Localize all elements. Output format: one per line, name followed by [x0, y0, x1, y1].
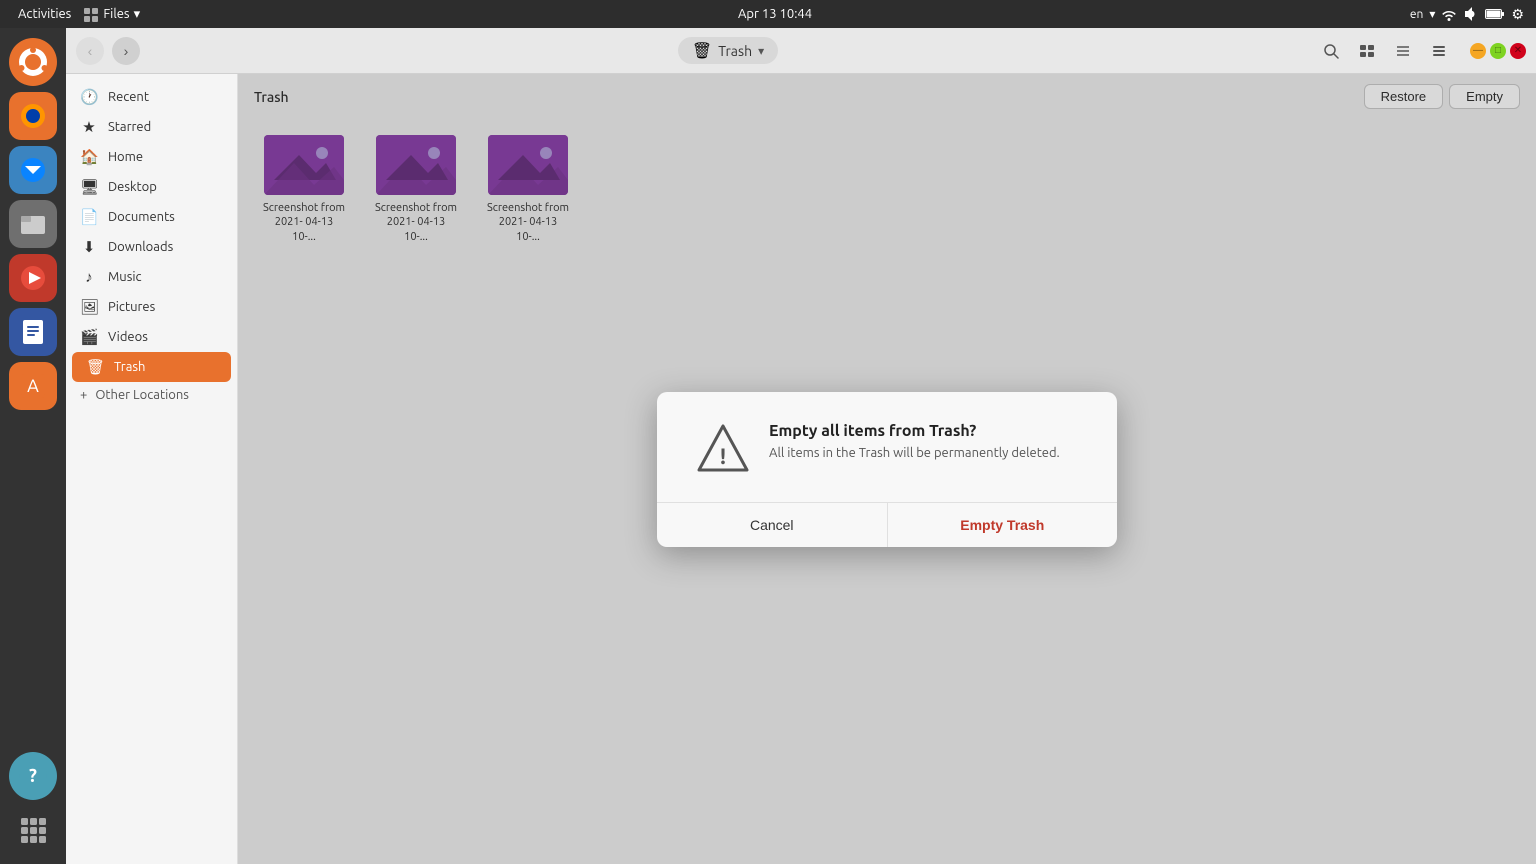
sidebar-item-music[interactable]: ♪ Music: [66, 262, 237, 292]
sort-button[interactable]: [1388, 36, 1418, 66]
home-icon: 🏠: [80, 148, 98, 166]
topbar-app-label: Files: [103, 7, 129, 21]
wm-buttons: — □ ✕: [1470, 43, 1526, 59]
sidebar-other-locations-label: Other Locations: [95, 388, 189, 402]
confirm-dialog: ! Empty all items from Trash? All items …: [657, 392, 1117, 547]
activities-button[interactable]: Activities: [12, 5, 77, 23]
sidebar-item-trash[interactable]: 🗑 Trash: [72, 352, 231, 382]
dock-ubuntu[interactable]: [9, 38, 57, 86]
pictures-icon: 🖼: [80, 298, 98, 316]
file-manager-window: ‹ › 🗑 Trash ▾ —: [66, 28, 1536, 864]
starred-icon: ★: [80, 118, 98, 136]
dialog-icon-wrap: !: [697, 422, 749, 478]
dock-thunderbird[interactable]: [9, 146, 57, 194]
view-button[interactable]: [1352, 36, 1382, 66]
dialog-description: All items in the Trash will be permanent…: [769, 446, 1077, 460]
maximize-button[interactable]: □: [1490, 43, 1506, 59]
svg-text:!: !: [720, 444, 726, 469]
sidebar-item-home-label: Home: [108, 150, 143, 164]
forward-button[interactable]: ›: [112, 37, 140, 65]
sidebar-item-desktop[interactable]: 🖥 Desktop: [66, 172, 237, 202]
sidebar-item-recent-label: Recent: [108, 90, 149, 104]
dialog-overlay: ! Empty all items from Trash? All items …: [238, 74, 1536, 864]
sidebar-item-desktop-label: Desktop: [108, 180, 157, 194]
topbar-lang-arrow: ▾: [1429, 7, 1435, 21]
topbar-settings[interactable]: ⚙: [1511, 6, 1524, 23]
dock: A ?: [0, 28, 66, 864]
sidebar-item-downloads-label: Downloads: [108, 240, 173, 254]
sidebar-item-documents-label: Documents: [108, 210, 175, 224]
sidebar-item-music-label: Music: [108, 270, 142, 284]
location-arrow: ▾: [758, 44, 764, 58]
titlebar: ‹ › 🗑 Trash ▾ —: [66, 28, 1536, 74]
dock-bottom: ?: [9, 752, 57, 864]
dialog-title: Empty all items from Trash?: [769, 422, 1077, 440]
dialog-body: ! Empty all items from Trash? All items …: [657, 392, 1117, 502]
location-icon: 🗑: [692, 41, 712, 60]
close-button[interactable]: ✕: [1510, 43, 1526, 59]
music-icon: ♪: [80, 268, 98, 286]
sidebar: 🕐 Recent ★ Starred 🏠 Home 🖥 Desktop 📄 Do…: [66, 74, 238, 864]
dialog-text: Empty all items from Trash? All items in…: [769, 422, 1077, 460]
back-button[interactable]: ‹: [76, 37, 104, 65]
videos-icon: 🎬: [80, 328, 98, 346]
topbar-lang: en: [1410, 8, 1423, 21]
desktop-icon: 🖥: [80, 178, 98, 196]
sidebar-item-home[interactable]: 🏠 Home: [66, 142, 237, 172]
topbar-sys: en ▾ ⚙: [1410, 6, 1524, 23]
titlebar-actions: [1316, 36, 1454, 66]
dock-rhythmbox[interactable]: [9, 254, 57, 302]
sidebar-item-videos-label: Videos: [108, 330, 148, 344]
dialog-confirm-button[interactable]: Empty Trash: [888, 503, 1118, 547]
dock-firefox[interactable]: [9, 92, 57, 140]
search-button[interactable]: [1316, 36, 1346, 66]
sidebar-item-pictures[interactable]: 🖼 Pictures: [66, 292, 237, 322]
sidebar-item-recent[interactable]: 🕐 Recent: [66, 82, 237, 112]
topbar-app[interactable]: Files ▾: [83, 6, 140, 22]
battery-icon: [1485, 6, 1505, 22]
speaker-icon: [1463, 6, 1479, 22]
svg-text:?: ?: [29, 766, 37, 786]
sidebar-item-videos[interactable]: 🎬 Videos: [66, 322, 237, 352]
recent-icon: 🕐: [80, 88, 98, 106]
minimize-button[interactable]: —: [1470, 43, 1486, 59]
dialog-buttons: Cancel Empty Trash: [657, 503, 1117, 547]
dialog-cancel-button[interactable]: Cancel: [657, 503, 887, 547]
documents-icon: 📄: [80, 208, 98, 226]
location-pill[interactable]: 🗑 Trash ▾: [678, 37, 778, 64]
topbar-datetime: Apr 13 10:44: [738, 7, 812, 21]
sidebar-item-starred-label: Starred: [108, 120, 151, 134]
dock-writer[interactable]: [9, 308, 57, 356]
menu-button[interactable]: [1424, 36, 1454, 66]
topbar: Activities Files ▾ Apr 13 10:44 en ▾ ⚙: [0, 0, 1536, 28]
downloads-icon: ⬇: [80, 238, 98, 256]
dock-app-grid[interactable]: [9, 806, 57, 854]
sidebar-item-trash-label: Trash: [114, 360, 145, 374]
dock-software[interactable]: A: [9, 362, 57, 410]
topbar-clock: Apr 13 10:44: [738, 7, 812, 21]
location-bar: 🗑 Trash ▾: [148, 37, 1308, 64]
location-text: Trash: [718, 43, 752, 59]
trash-icon: 🗑: [86, 358, 104, 376]
topbar-app-arrow: ▾: [134, 7, 141, 22]
sidebar-item-documents[interactable]: 📄 Documents: [66, 202, 237, 232]
topbar-left: Activities Files ▾: [12, 5, 140, 23]
other-locations-plus: +: [80, 388, 87, 402]
content-area: 🕐 Recent ★ Starred 🏠 Home 🖥 Desktop 📄 Do…: [66, 74, 1536, 864]
dock-files[interactable]: [9, 200, 57, 248]
main-area: Trash Restore Empty: [238, 74, 1536, 864]
sidebar-item-pictures-label: Pictures: [108, 300, 155, 314]
warning-icon: !: [697, 422, 749, 474]
sidebar-other-locations[interactable]: + Other Locations: [66, 382, 237, 408]
wifi-icon: [1441, 6, 1457, 22]
sidebar-item-starred[interactable]: ★ Starred: [66, 112, 237, 142]
dock-help[interactable]: ?: [9, 752, 57, 800]
svg-text:A: A: [27, 376, 39, 396]
sidebar-item-downloads[interactable]: ⬇ Downloads: [66, 232, 237, 262]
